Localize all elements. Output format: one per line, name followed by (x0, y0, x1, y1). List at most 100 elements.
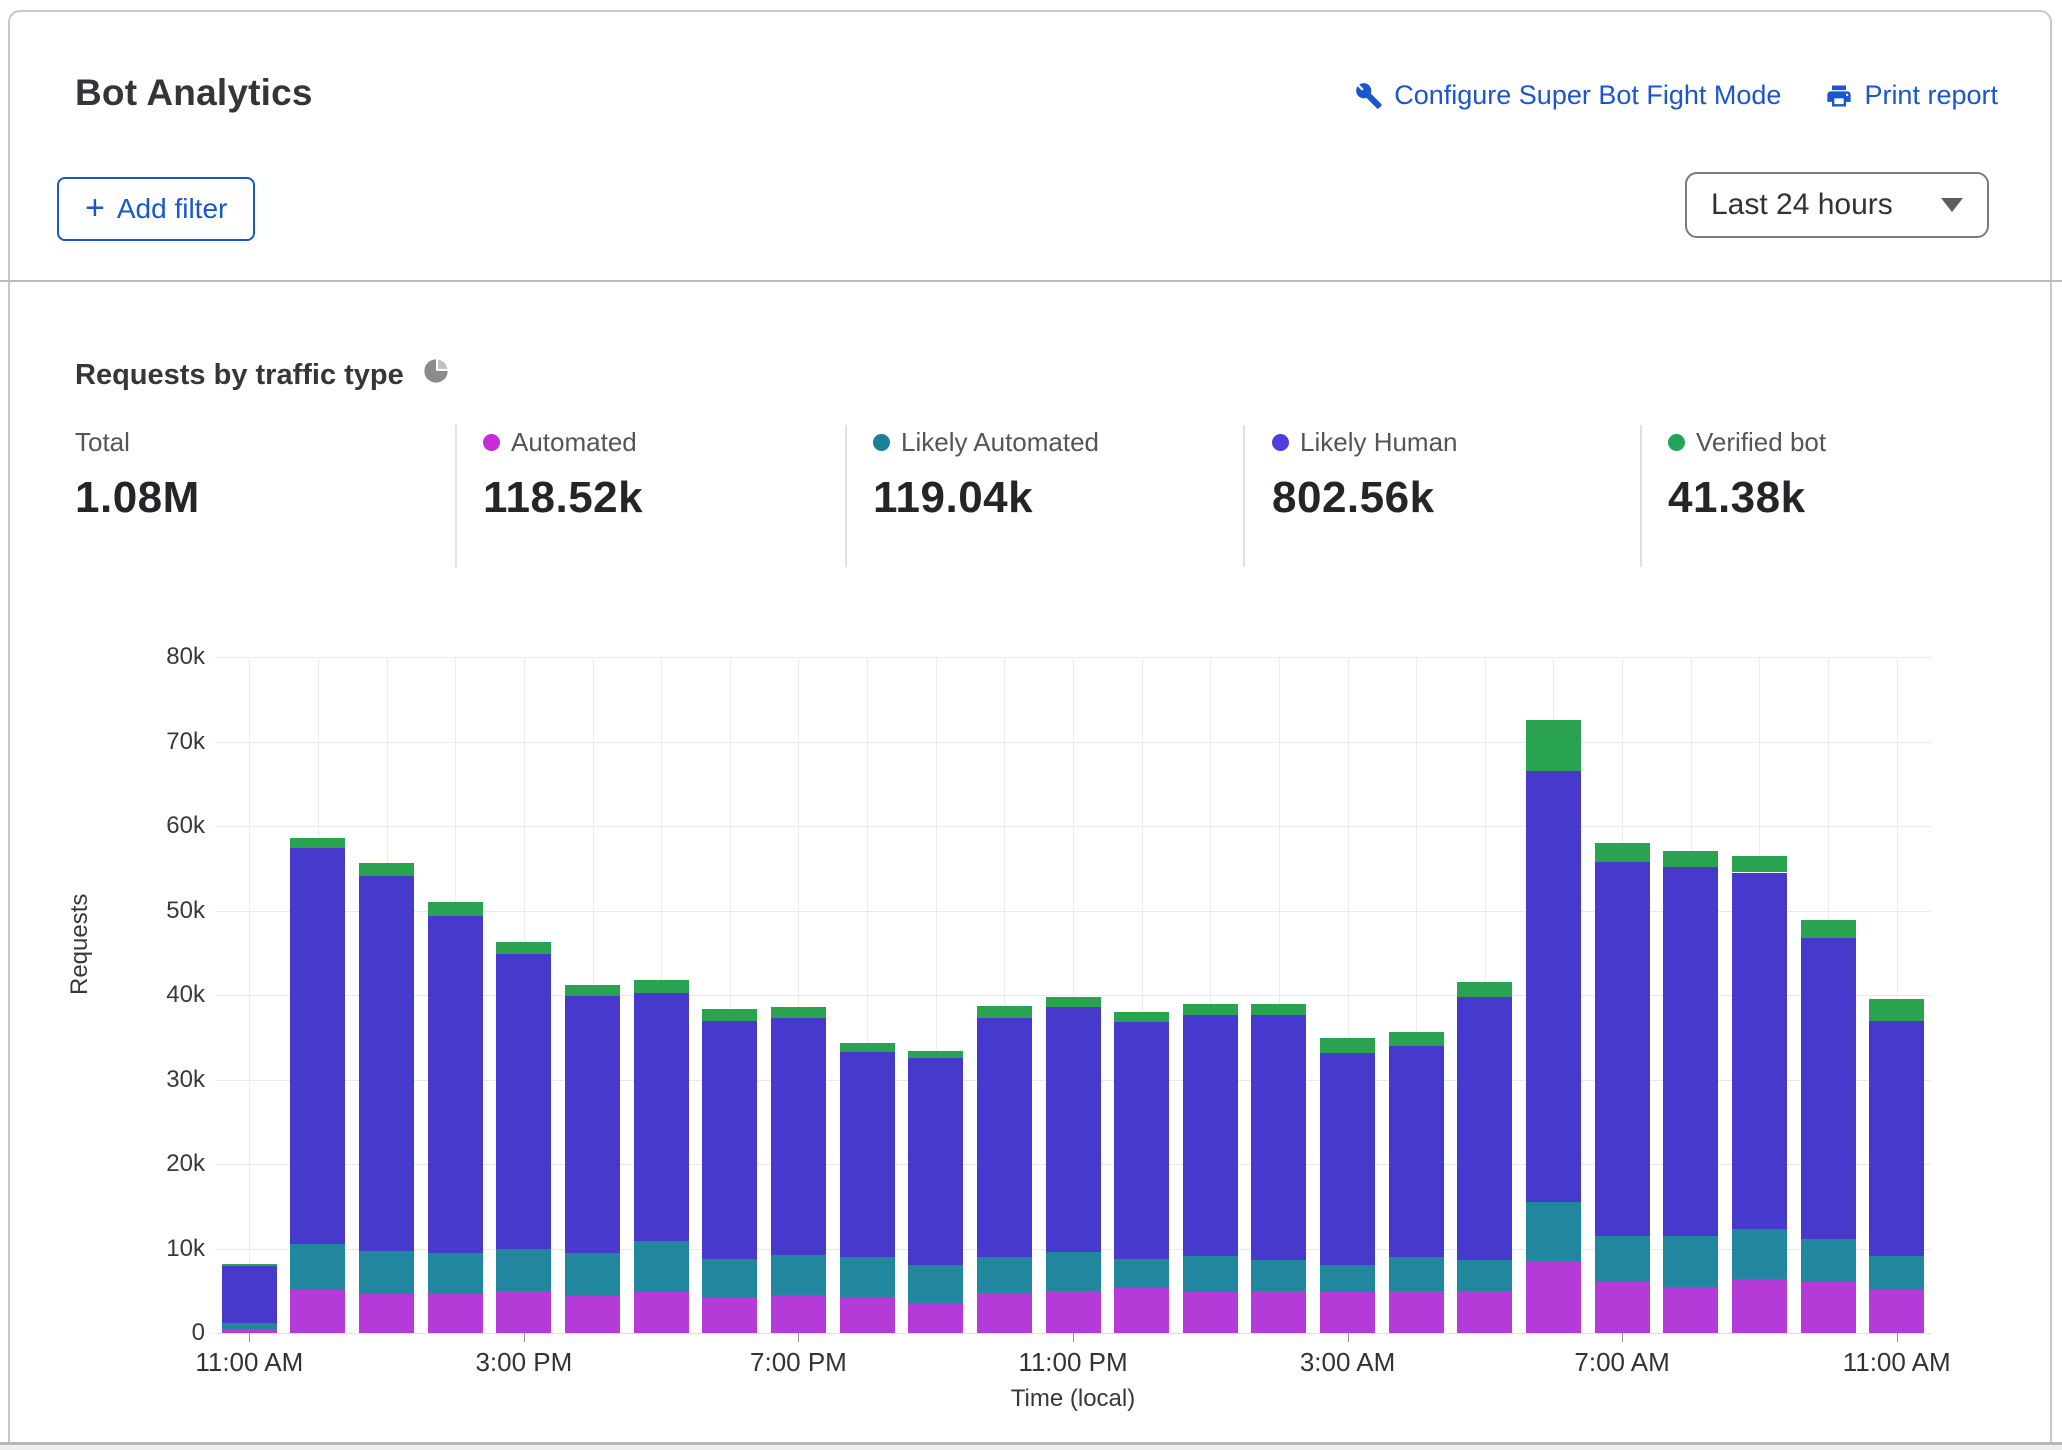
bar-segment-automated[interactable] (1320, 1292, 1376, 1333)
configure-super-bot-fight-mode-link[interactable]: Configure Super Bot Fight Mode (1355, 80, 1781, 111)
bar-segment-likely-automated[interactable] (633, 1240, 689, 1292)
bar-segment-verified-bot[interactable] (1388, 1032, 1444, 1046)
bar-segment-automated[interactable] (565, 1295, 621, 1333)
bar-segment-likely-human[interactable] (908, 1057, 964, 1266)
bar-segment-verified-bot[interactable] (221, 1263, 277, 1267)
bar-segment-likely-automated[interactable] (1457, 1259, 1513, 1291)
bar-segment-automated[interactable] (1525, 1261, 1581, 1333)
bar-segment-automated[interactable] (1251, 1290, 1307, 1333)
bar-segment-likely-automated[interactable] (1663, 1235, 1719, 1287)
bar-segment-verified-bot[interactable] (976, 1006, 1032, 1018)
bar-segment-verified-bot[interactable] (1663, 850, 1719, 868)
bar-segment-likely-automated[interactable] (359, 1251, 415, 1295)
bar-segment-verified-bot[interactable] (908, 1050, 964, 1058)
bar-segment-automated[interactable] (1457, 1290, 1513, 1333)
bar-segment-verified-bot[interactable] (1457, 982, 1513, 997)
bar-segment-verified-bot[interactable] (1114, 1011, 1170, 1023)
bar-segment-likely-human[interactable] (1251, 1015, 1307, 1260)
bar-segment-automated[interactable] (1869, 1289, 1925, 1333)
bar-segment-likely-human[interactable] (221, 1266, 277, 1323)
bar-segment-likely-human[interactable] (1869, 1021, 1925, 1257)
bar-segment-verified-bot[interactable] (1800, 919, 1856, 938)
bar-segment-likely-automated[interactable] (1182, 1256, 1238, 1293)
bar-segment-likely-automated[interactable] (1594, 1235, 1650, 1283)
bar-segment-likely-automated[interactable] (976, 1256, 1032, 1294)
bar-segment-automated[interactable] (839, 1296, 895, 1333)
bar-segment-verified-bot[interactable] (1594, 842, 1650, 862)
bar-segment-automated[interactable] (633, 1291, 689, 1333)
bar-segment-verified-bot[interactable] (565, 984, 621, 996)
bar-segment-likely-automated[interactable] (1869, 1256, 1925, 1290)
bar-segment-automated[interactable] (770, 1294, 826, 1333)
bar-segment-verified-bot[interactable] (1731, 856, 1787, 873)
bar-segment-verified-bot[interactable] (1869, 999, 1925, 1022)
bar-segment-verified-bot[interactable] (1182, 1004, 1238, 1016)
bar-segment-automated[interactable] (1800, 1282, 1856, 1333)
bar-segment-likely-automated[interactable] (496, 1248, 552, 1291)
bar-segment-likely-human[interactable] (1114, 1022, 1170, 1259)
bar-segment-likely-automated[interactable] (1800, 1239, 1856, 1283)
bar-segment-likely-human[interactable] (427, 915, 483, 1253)
bar-segment-likely-automated[interactable] (221, 1322, 277, 1329)
bar-segment-verified-bot[interactable] (1320, 1038, 1376, 1054)
bar-segment-likely-human[interactable] (565, 995, 621, 1253)
bar-segment-likely-automated[interactable] (1045, 1251, 1101, 1291)
bar-segment-likely-human[interactable] (1663, 867, 1719, 1236)
bar-segment-likely-automated[interactable] (1251, 1259, 1307, 1291)
bar-segment-automated[interactable] (1388, 1290, 1444, 1333)
bar-segment-likely-human[interactable] (976, 1017, 1032, 1257)
bar-segment-likely-human[interactable] (1594, 861, 1650, 1236)
bar-segment-likely-human[interactable] (839, 1051, 895, 1257)
bar-segment-likely-automated[interactable] (1320, 1264, 1376, 1293)
bar-segment-likely-human[interactable] (359, 875, 415, 1252)
bar-segment-verified-bot[interactable] (1525, 720, 1581, 772)
bar-segment-likely-human[interactable] (702, 1021, 758, 1259)
stat-likely-automated[interactable]: Likely Automated 119.04k (873, 425, 1099, 523)
bar-segment-automated[interactable] (1731, 1278, 1787, 1333)
bar-segment-likely-human[interactable] (496, 953, 552, 1249)
bar-segment-likely-human[interactable] (290, 847, 346, 1245)
bar-segment-likely-automated[interactable] (427, 1252, 483, 1295)
bar-segment-verified-bot[interactable] (359, 863, 415, 876)
bar-segment-verified-bot[interactable] (1251, 1004, 1307, 1016)
bar-segment-likely-human[interactable] (770, 1017, 826, 1256)
bar-segment-automated[interactable] (702, 1298, 758, 1333)
bar-segment-likely-automated[interactable] (1114, 1258, 1170, 1289)
bar-segment-verified-bot[interactable] (633, 979, 689, 994)
bar-segment-verified-bot[interactable] (839, 1043, 895, 1052)
bar-segment-likely-automated[interactable] (1731, 1229, 1787, 1279)
bar-segment-verified-bot[interactable] (496, 941, 552, 954)
bar-segment-likely-automated[interactable] (839, 1256, 895, 1297)
bar-segment-automated[interactable] (976, 1293, 1032, 1333)
bar-segment-automated[interactable] (1594, 1282, 1650, 1333)
bar-segment-automated[interactable] (290, 1289, 346, 1333)
time-range-dropdown[interactable]: Last 24 hours (1685, 172, 1989, 238)
bar-segment-likely-automated[interactable] (290, 1244, 346, 1290)
bar-segment-likely-human[interactable] (1731, 872, 1787, 1230)
pie-chart-icon[interactable] (422, 357, 450, 393)
add-filter-button[interactable]: + Add filter (57, 177, 256, 241)
bar-segment-likely-human[interactable] (1045, 1006, 1101, 1252)
bar-segment-automated[interactable] (496, 1290, 552, 1333)
bar-segment-verified-bot[interactable] (702, 1009, 758, 1022)
bar-segment-automated[interactable] (1663, 1286, 1719, 1333)
bar-segment-verified-bot[interactable] (427, 902, 483, 916)
bar-segment-likely-human[interactable] (633, 993, 689, 1241)
bar-segment-likely-human[interactable] (1182, 1015, 1238, 1257)
print-report-link[interactable]: Print report (1825, 80, 1998, 111)
bar-segment-likely-automated[interactable] (908, 1265, 964, 1303)
bar-segment-automated[interactable] (1114, 1288, 1170, 1333)
bar-segment-likely-automated[interactable] (565, 1252, 621, 1296)
stat-likely-human[interactable]: Likely Human 802.56k (1272, 425, 1458, 523)
bar-segment-automated[interactable] (1182, 1292, 1238, 1333)
stat-automated[interactable]: Automated 118.52k (483, 425, 643, 523)
bar-segment-likely-automated[interactable] (1525, 1202, 1581, 1262)
bar-segment-likely-human[interactable] (1457, 996, 1513, 1260)
bar-segment-likely-automated[interactable] (1388, 1256, 1444, 1291)
bar-segment-automated[interactable] (1045, 1290, 1101, 1333)
bar-segment-automated[interactable] (908, 1302, 964, 1333)
bar-segment-automated[interactable] (427, 1294, 483, 1333)
bar-segment-verified-bot[interactable] (1045, 996, 1101, 1007)
bar-segment-likely-human[interactable] (1388, 1045, 1444, 1257)
bar-segment-likely-automated[interactable] (770, 1255, 826, 1295)
